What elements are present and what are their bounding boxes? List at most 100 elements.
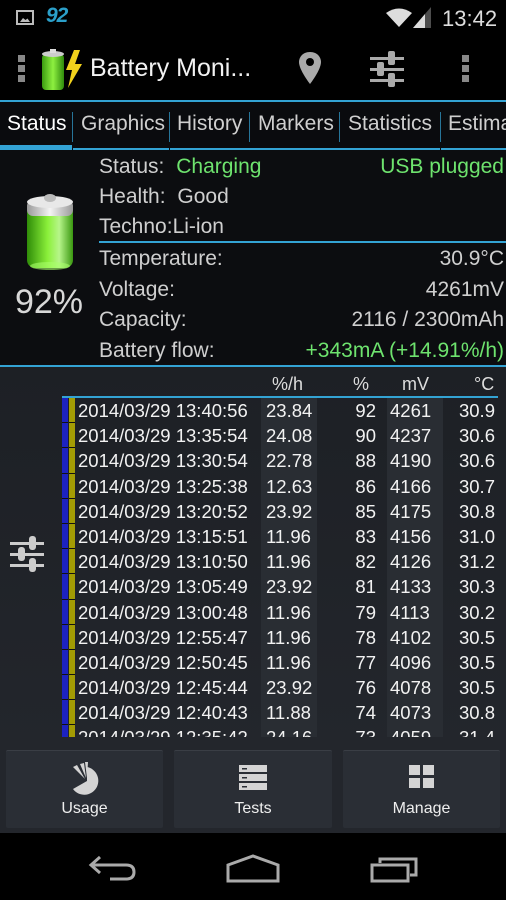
table-body: 2014/03/29 13:40:56 23.84 92 4261 30.9 2014/0…: [62, 398, 502, 737]
capacity-row: Capacity: 2116 / 2300mAh: [99, 308, 506, 332]
header-percent: %: [353, 374, 370, 394]
cell-percent: 76: [355, 677, 376, 699]
table-row[interactable]: 2014/03/29 12:40:43 11.88 74 4073 30.8: [62, 700, 502, 726]
history-table[interactable]: %/h % mV °C 2014/03/29 13:40:56 23.84 92 42…: [62, 367, 502, 737]
cell-datetime: 2014/03/29 12:35:42: [78, 727, 248, 737]
tab-label: Statistics: [348, 112, 433, 135]
cell-rate: 11.96: [266, 525, 311, 547]
row-marker-yellow: [69, 624, 75, 650]
table-row[interactable]: 2014/03/29 12:55:47 11.96 78 4102 30.5: [62, 624, 502, 650]
cell-temperature: 30.7: [458, 475, 495, 497]
plug-status: USB plugged: [380, 155, 504, 178]
manage-button[interactable]: Manage: [343, 750, 500, 828]
table-row[interactable]: 2014/03/29 12:45:44 23.92 76 4078 30.5: [62, 675, 502, 701]
cell-voltage: 4078: [390, 677, 432, 699]
cell-rate: 23.92: [266, 677, 313, 699]
flow-value: +343mA (+14.91%/h): [305, 339, 504, 362]
app-logo-icon[interactable]: [40, 48, 88, 92]
cell-rate: 23.92: [266, 576, 313, 598]
divider: [99, 241, 506, 243]
cell-voltage: 4059: [390, 727, 431, 737]
capacity-value: 2116 / 2300mAh: [351, 308, 504, 331]
filter-settings-icon[interactable]: [8, 535, 46, 573]
tab-graphics[interactable]: Graphics: [73, 102, 169, 150]
cell-datetime: 2014/03/29 13:30:54: [78, 450, 248, 472]
tab-label: Status: [7, 112, 67, 135]
location-pin-icon[interactable]: [296, 50, 324, 86]
cell-datetime: 2014/03/29 13:15:51: [78, 525, 248, 547]
row-marker-blue: [62, 523, 68, 550]
table-row[interactable]: 2014/03/29 13:20:52 23.92 85 4175 30.8: [62, 498, 502, 524]
drawer-icon[interactable]: [18, 55, 25, 83]
cell-voltage: 4166: [390, 475, 432, 497]
home-icon[interactable]: [226, 853, 280, 885]
cell-temperature: 30.8: [458, 702, 495, 724]
cell-voltage: 4156: [390, 525, 432, 547]
cell-temperature: 30.5: [458, 677, 495, 699]
cell-temperature: 30.6: [458, 450, 495, 472]
tests-button[interactable]: Tests: [174, 750, 332, 828]
table-row[interactable]: 2014/03/29 13:00:48 11.96 79 4113 30.2: [62, 599, 502, 625]
capacity-label: Capacity:: [99, 308, 187, 331]
row-marker-yellow: [69, 498, 75, 524]
table-row[interactable]: 2014/03/29 13:40:56 23.84 92 4261 30.9: [62, 398, 502, 424]
table-row[interactable]: 2014/03/29 13:05:49 23.92 81 4133 30.3: [62, 574, 502, 600]
flow-label: Battery flow:: [99, 339, 215, 362]
cell-rate: 22.78: [266, 450, 313, 472]
row-marker-yellow: [69, 398, 75, 424]
recent-apps-icon[interactable]: [370, 853, 420, 885]
tab-status[interactable]: Status: [0, 102, 72, 150]
overflow-menu-icon[interactable]: [462, 55, 469, 83]
battery-level-notification-icon: 92: [46, 4, 68, 27]
voltage-row: Voltage: 4261mV: [99, 278, 506, 302]
row-marker-yellow: [69, 725, 75, 737]
tab-label: Markers: [258, 112, 334, 135]
temperature-value: 30.9°C: [439, 247, 504, 270]
tab-label: Estima: [448, 112, 506, 135]
status-label: Status:: [99, 155, 165, 178]
tab-estimates[interactable]: Estima: [441, 102, 506, 150]
cell-temperature: 30.5: [458, 651, 495, 673]
wifi-icon: [386, 8, 412, 27]
grid-icon: [408, 765, 434, 788]
cell-datetime: 2014/03/29 13:05:49: [78, 576, 248, 598]
health-label: Health:: [99, 185, 166, 208]
table-row[interactable]: 2014/03/29 13:10:50 11.96 82 4126 31.2: [62, 549, 502, 575]
row-marker-yellow: [69, 599, 75, 625]
tab-history[interactable]: History: [170, 102, 250, 150]
navigation-bar: [0, 833, 506, 900]
row-marker-blue: [62, 549, 68, 575]
action-bar: Battery Moni...: [0, 36, 506, 100]
usage-button[interactable]: Usage: [6, 750, 163, 828]
cell-rate: 24.16: [266, 727, 312, 737]
row-marker-yellow: [69, 448, 75, 474]
cell-voltage: 4175: [390, 500, 432, 522]
table-row[interactable]: 2014/03/29 13:25:38 12.63 86 4166 30.7: [62, 473, 502, 499]
table-row[interactable]: 2014/03/29 13:35:54 24.08 90 4237 30.6: [62, 423, 502, 449]
usage-label: Usage: [61, 800, 108, 817]
cell-temperature: 30.2: [458, 601, 495, 623]
back-icon[interactable]: [88, 853, 138, 885]
cell-percent: 82: [355, 551, 376, 573]
table-row[interactable]: 2014/03/29 13:15:51 11.96 83 4156 31.0: [62, 523, 502, 550]
app-title: Battery Moni...: [90, 54, 252, 82]
cell-temperature: 30.8: [458, 500, 495, 522]
cell-rate: 24.08: [266, 425, 313, 447]
header-voltage: mV: [402, 374, 429, 394]
cell-voltage: 4237: [390, 425, 432, 447]
row-marker-blue: [62, 700, 68, 726]
row-marker-yellow: [69, 523, 75, 550]
tune-icon[interactable]: [368, 50, 406, 88]
cell-voltage: 4190: [390, 450, 432, 472]
table-row[interactable]: 2014/03/29 13:30:54 22.78 88 4190 30.6: [62, 448, 502, 474]
table-row[interactable]: 2014/03/29 12:35:42 24.16 73 4059 31.4: [62, 725, 502, 737]
table-row[interactable]: 2014/03/29 12:50:45 11.96 77 4096 30.5: [62, 649, 502, 676]
battery-percent: 92%: [14, 283, 84, 321]
tab-statistics[interactable]: Statistics: [340, 102, 440, 150]
cell-voltage: 4261: [390, 400, 432, 421]
techno-row: Techno:Li-ion: [99, 215, 506, 239]
temperature-row: Temperature: 30.9°C: [99, 247, 506, 271]
cell-datetime: 2014/03/29 12:40:43: [78, 702, 248, 724]
cell-percent: 83: [355, 525, 376, 547]
tab-markers[interactable]: Markers: [250, 102, 340, 150]
